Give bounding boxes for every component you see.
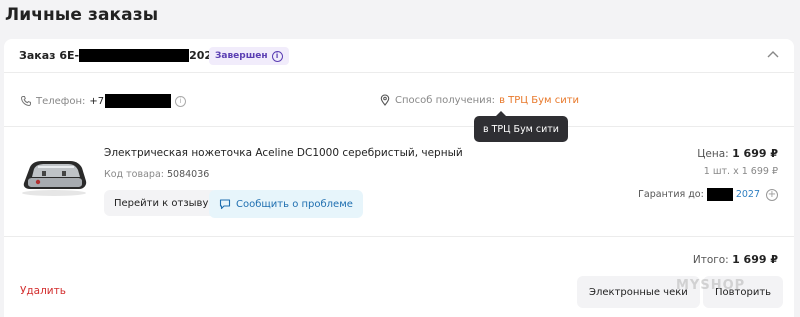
info-icon[interactable]: i [175,95,187,107]
order-card: Заказ 6E- 2026 Завершен i Телефон: +7 i [4,39,794,317]
phone-icon [20,96,31,107]
warranty: Гарантия до: 2027 + [638,188,778,201]
product-image[interactable] [18,153,90,197]
pickup-label: Способ получения: [395,94,496,106]
order-number-prefix: Заказ 6E- [19,49,80,62]
redacted-block [105,94,172,108]
order-header[interactable]: Заказ 6E- 2026 Завершен i [4,39,794,73]
pickup-info: Способ получения: в ТРЦ Бум сити [379,94,579,106]
order-number: Заказ 6E- 2026 [19,49,220,62]
chat-icon [219,199,231,210]
product-code-label: Код товара: [104,169,164,180]
status-badge: Завершен i [209,47,289,65]
plus-circle-icon[interactable]: + [766,188,778,201]
location-pin-icon [380,94,390,106]
total-label: Итого: [692,254,729,266]
go-to-review-button[interactable]: Перейти к отзыву [104,190,219,216]
price: Цена: 1 699 ₽ [697,147,778,160]
order-total: Итого: 1 699 ₽ [693,253,778,266]
unit-price: 1 шт. x 1 699 ₽ [703,166,778,177]
page-title: Личные заказы [5,5,159,25]
chevron-up-icon[interactable] [766,48,780,62]
price-value: 1 699 ₽ [732,147,778,160]
price-label: Цена: [697,148,729,160]
info-icon[interactable]: i [271,50,283,62]
pickup-link[interactable]: в ТРЦ Бум сити [499,95,579,106]
order-meta: Телефон: +7 i Способ получения: в ТРЦ Бу… [4,73,794,127]
status-label: Завершен [215,51,268,61]
phone-info: Телефон: +7 i [20,94,187,108]
redacted-block [79,49,190,62]
report-problem-button[interactable]: Сообщить о проблеме [209,190,363,218]
total-value: 1 699 ₽ [732,253,778,266]
pickup-tooltip: в ТРЦ Бум сити [474,111,568,142]
product-row: Электрическая ножеточка Aceline DC1000 с… [4,127,794,237]
watermark: MYSHOP [676,278,746,293]
phone-value: +7 [89,95,105,107]
phone-label: Телефон: [36,95,86,107]
delete-button[interactable]: Удалить [20,285,66,297]
warranty-label: Гарантия до: [638,189,704,200]
product-code-value: 5084036 [167,169,210,180]
report-problem-label: Сообщить о проблеме [236,198,353,210]
product-name[interactable]: Электрическая ножеточка Aceline DC1000 с… [104,147,463,159]
redacted-block [706,188,733,201]
warranty-value: 2027 [735,189,760,200]
product-code: Код товара: 5084036 [104,169,209,180]
